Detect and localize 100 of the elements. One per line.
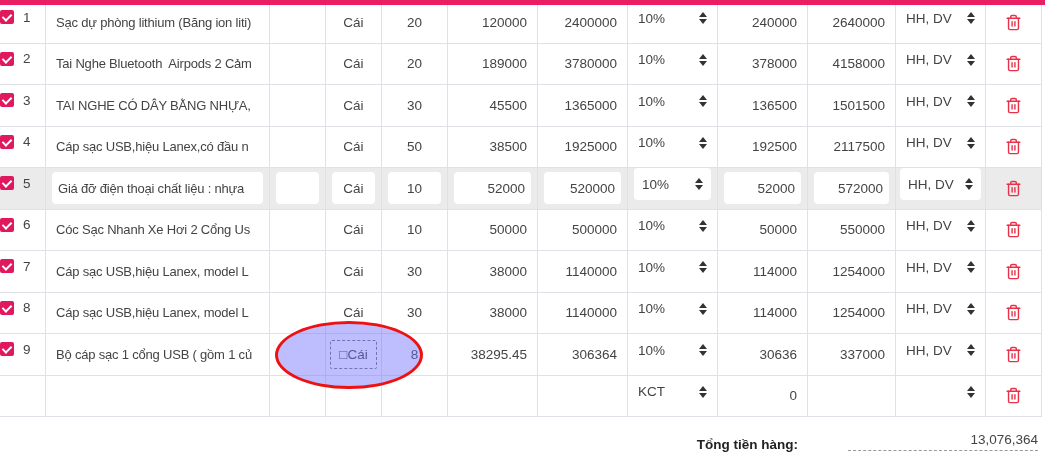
- row-number: 2: [23, 51, 31, 67]
- type-select[interactable]: HH, DV: [906, 342, 975, 358]
- sort-arrows-icon: [967, 385, 975, 398]
- vat-amount: 240000: [751, 14, 797, 30]
- vat-select[interactable]: 10%: [638, 10, 707, 26]
- checkbox[interactable]: [0, 134, 14, 149]
- sort-arrows-icon: [699, 261, 707, 274]
- checkbox[interactable]: [0, 10, 14, 25]
- product-name: Cóc Sạc Nhanh Xe Hơi 2 Cổng Us: [56, 222, 250, 238]
- checkbox[interactable]: [0, 300, 14, 315]
- unit: Cái: [343, 263, 364, 279]
- row-number: 3: [23, 92, 31, 108]
- delete-icon[interactable]: [1005, 221, 1022, 239]
- product-name-field[interactable]: Giá đỡ điện thoại chất liệu : nhựa: [52, 172, 263, 205]
- product-name: Cáp sạc USB,hiệu Lanex,có đầu n: [56, 139, 249, 155]
- sort-arrows-icon: [967, 95, 975, 108]
- unit-price: 50000: [489, 222, 527, 238]
- type-select[interactable]: HH, DV: [906, 135, 975, 151]
- quantity: 30: [407, 263, 422, 279]
- quantity: 10: [407, 222, 422, 238]
- row-number: 4: [23, 134, 31, 150]
- vat-select[interactable]: 10%: [634, 168, 711, 201]
- type-select[interactable]: HH, DV: [906, 259, 975, 275]
- total-amount-field[interactable]: 572000: [814, 172, 889, 205]
- vat-amount: 114000: [752, 263, 797, 279]
- total-amount: 550000: [839, 222, 885, 238]
- vat-amount: 378000: [751, 56, 797, 72]
- vat-select[interactable]: 10%: [638, 135, 707, 151]
- sort-arrows-icon: [967, 344, 975, 357]
- delete-icon[interactable]: [1005, 304, 1022, 322]
- vat-amount: 192500: [751, 139, 797, 155]
- vat-select[interactable]: 10%: [638, 342, 707, 358]
- type-select[interactable]: HH, DV: [900, 168, 981, 201]
- total-amount: 1254000: [832, 263, 885, 279]
- delete-icon[interactable]: [1005, 262, 1022, 280]
- type-select[interactable]: HH, DV: [906, 52, 975, 68]
- unit-price: 189000: [481, 56, 527, 72]
- amount: 3780000: [564, 56, 617, 72]
- product-name: Sạc dự phòng lithium (Băng ion liti): [56, 14, 252, 30]
- vat-select[interactable]: 10%: [638, 218, 707, 234]
- total-value: 13,076,364: [848, 432, 1038, 451]
- unit: Cái: [343, 56, 364, 72]
- sort-arrows-icon: [967, 136, 975, 149]
- sort-arrows-icon: [967, 219, 975, 232]
- sort-arrows-icon: [699, 385, 707, 398]
- checkbox[interactable]: [0, 93, 14, 108]
- sort-arrows-icon: [699, 12, 707, 25]
- vat-select[interactable]: 10%: [638, 259, 707, 275]
- unit-field[interactable]: □Cái: [330, 339, 377, 369]
- vat-amount: 30636: [759, 346, 797, 362]
- sort-arrows-icon: [967, 12, 975, 25]
- vat-select[interactable]: KCT: [638, 384, 707, 400]
- vat-select[interactable]: 10%: [638, 301, 707, 317]
- amount-field[interactable]: 520000: [544, 172, 621, 205]
- product-name: Cáp sạc USB,hiệu Lanex, model L: [56, 305, 249, 321]
- type-select[interactable]: HH, DV: [906, 93, 975, 109]
- sort-arrows-icon: [699, 219, 707, 232]
- row-number: 1: [23, 9, 31, 25]
- checkbox[interactable]: [0, 342, 14, 357]
- amount: 306364: [571, 346, 617, 362]
- total-amount: 2640000: [832, 14, 885, 30]
- sort-arrows-icon: [699, 53, 707, 66]
- checkbox[interactable]: [0, 51, 14, 66]
- checkbox[interactable]: [0, 217, 14, 232]
- unit-field[interactable]: Cái: [332, 172, 375, 205]
- amount: 2400000: [564, 14, 617, 30]
- vat-amount-field[interactable]: 52000: [724, 172, 801, 205]
- vat-select[interactable]: 10%: [638, 93, 707, 109]
- type-select[interactable]: HH, DV: [906, 218, 975, 234]
- checkbox[interactable]: [0, 259, 14, 274]
- sort-arrows-icon: [965, 178, 973, 191]
- delete-icon[interactable]: [1005, 387, 1022, 405]
- vat-amount: 50000: [759, 222, 797, 238]
- quantity-field[interactable]: 10: [388, 172, 441, 205]
- total-amount: 337000: [839, 346, 885, 362]
- delete-icon[interactable]: [1005, 179, 1022, 197]
- delete-icon[interactable]: [1005, 13, 1022, 31]
- vat-amount: 0: [789, 388, 797, 404]
- checkbox[interactable]: [0, 176, 14, 191]
- type-select[interactable]: HH, DV: [906, 301, 975, 317]
- unit-price: 38000: [489, 305, 527, 321]
- type-select[interactable]: HH, DV: [906, 10, 975, 26]
- product-name: Cáp sạc USB,hiệu Lanex, model L: [56, 263, 249, 279]
- amount: 1365000: [564, 97, 617, 113]
- quantity: 8: [410, 346, 419, 362]
- quantity: 20: [407, 14, 422, 30]
- quantity: 50: [407, 139, 422, 155]
- vat-select[interactable]: 10%: [638, 52, 707, 68]
- delete-icon[interactable]: [1005, 138, 1022, 156]
- amount: 1925000: [564, 139, 617, 155]
- quantity: 30: [407, 305, 422, 321]
- total-label: Tổng tiền hàng:: [696, 437, 798, 452]
- vat-amount: 136500: [751, 97, 797, 113]
- unit-price-field[interactable]: 52000: [454, 172, 531, 205]
- delete-icon[interactable]: [1005, 55, 1022, 73]
- unit-price: 38500: [489, 139, 527, 155]
- sort-arrows-icon: [695, 178, 703, 191]
- delete-icon[interactable]: [1005, 96, 1022, 114]
- delete-icon[interactable]: [1005, 345, 1022, 363]
- sort-arrows-icon: [699, 136, 707, 149]
